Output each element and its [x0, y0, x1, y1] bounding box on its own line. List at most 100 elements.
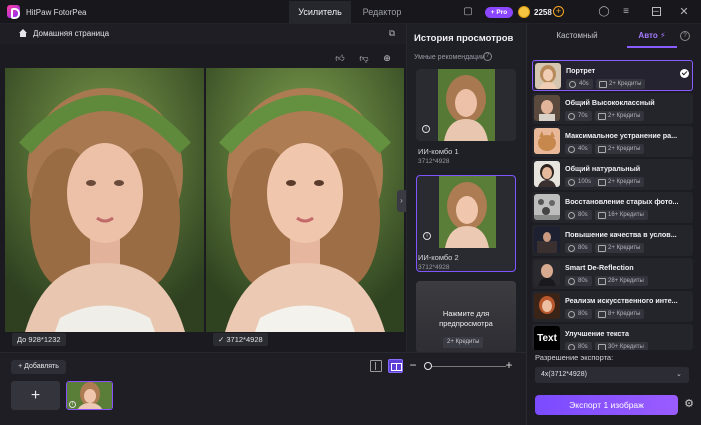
after-size-text: 3712*4928 — [226, 335, 263, 344]
pro-badge[interactable]: + Pro — [485, 7, 513, 18]
history-item-size: 3712*4928 — [418, 264, 450, 271]
app-logo-icon — [7, 5, 20, 19]
model-credits: 28+ Кредиты — [595, 276, 648, 286]
zoom-out-button[interactable]: − — [408, 359, 418, 372]
lightning-icon: ⚡ — [659, 31, 666, 40]
window-icon[interactable]: ▢ — [462, 6, 474, 18]
model-thumbnail — [535, 63, 561, 89]
coin-count: 2258 — [534, 8, 552, 17]
model-item[interactable]: Smart De-Reflection 80s 28+ Кредиты — [532, 258, 693, 289]
model-credits: 2+ Кредиты — [595, 177, 645, 187]
model-time: 40s — [566, 79, 593, 89]
home-icon[interactable] — [18, 28, 28, 38]
coin-icon — [518, 6, 530, 18]
add-coins-button[interactable]: + — [553, 6, 564, 17]
collapse-handle[interactable]: › — [397, 190, 406, 212]
before-image — [5, 68, 204, 332]
history-thumbnail — [438, 69, 495, 141]
model-name: Реализм искусственного инте... — [565, 296, 678, 305]
model-item[interactable]: Портрет 40s 2+ Кредиты — [532, 60, 693, 91]
model-name: Портрет — [566, 66, 596, 75]
history-item-name: ИИ-комбо 2 — [418, 253, 459, 262]
model-item[interactable]: Максимальное устранение ра... 40s 2+ Кре… — [532, 126, 693, 157]
tab-auto[interactable]: Авто ⚡ — [627, 24, 677, 48]
preview-prompt[interactable]: Нажмите для предпросмотра — [416, 309, 516, 329]
compare-icon[interactable]: ⧉ — [386, 27, 398, 39]
maximize-icon[interactable] — [652, 7, 661, 16]
history-item-size: 3712*4928 — [418, 158, 450, 165]
chevron-down-icon[interactable]: ⌄ — [676, 370, 684, 378]
tab-auto-label: Авто — [638, 31, 658, 40]
before-size-label: До 928*1232 — [12, 333, 66, 346]
model-time: 80s — [565, 342, 592, 350]
history-thumbnail — [439, 176, 496, 248]
model-name: Улучшение текста — [565, 329, 629, 338]
close-icon[interactable]: ✕ — [678, 6, 690, 18]
history-item[interactable]: i — [416, 69, 516, 141]
model-thumbnail — [534, 227, 560, 253]
tab-enhancer[interactable]: Усилитель — [289, 1, 351, 24]
model-thumbnail — [534, 293, 560, 319]
zoom-in-button[interactable]: + — [504, 359, 514, 372]
info-icon[interactable]: i — [69, 401, 76, 408]
model-credits: 2+ Кредиты — [595, 144, 645, 154]
model-name: Повышение качества в услов... — [565, 230, 677, 239]
account-icon[interactable]: ◯ — [598, 6, 610, 18]
model-thumbnail — [534, 194, 560, 220]
after-image — [206, 68, 404, 332]
menu-icon[interactable]: ≡ — [620, 6, 632, 18]
thumbs-down-icon[interactable]: 👎︎ — [358, 52, 370, 64]
preview-credits: 2+ Кредиты — [443, 337, 484, 348]
model-name: Smart De-Reflection — [565, 263, 634, 272]
model-time: 40s — [565, 144, 592, 154]
after-size-label: ✓ 3712*4928 — [213, 333, 268, 346]
model-thumbnail — [534, 95, 560, 121]
smart-recommendations-label: Умные рекомендации — [414, 54, 485, 61]
info-icon[interactable]: i — [423, 232, 431, 240]
add-button[interactable]: + Добавлять — [11, 360, 66, 374]
history-item-name: ИИ-комбо 1 — [418, 147, 459, 156]
gear-icon[interactable]: ⚙ — [683, 398, 695, 410]
help-icon[interactable]: ? — [680, 31, 690, 41]
model-name: Максимальное устранение ра... — [565, 131, 678, 140]
model-item[interactable]: Общий натуральный 100s 2+ Кредиты — [532, 159, 693, 190]
tab-custom[interactable]: Кастомный — [527, 24, 627, 48]
zoom-slider-handle[interactable] — [424, 362, 432, 370]
model-name: Восстановление старых фото... — [565, 197, 679, 206]
zoom-slider-track[interactable] — [428, 366, 506, 367]
tab-editor[interactable]: Редактор — [351, 1, 413, 24]
history-title: История просмотров — [414, 33, 514, 44]
app-title: HitPaw FotorPea — [26, 8, 87, 17]
zoom-icon[interactable]: ⊕ — [381, 52, 393, 64]
model-credits: 2+ Кредиты — [595, 111, 645, 121]
thumbs-up-icon[interactable]: 👍︎ — [334, 52, 346, 64]
model-item[interactable]: Text Улучшение текста 80s 30+ Кредиты — [532, 324, 693, 350]
model-time: 80s — [565, 243, 592, 253]
selected-check-icon — [680, 69, 689, 78]
split-view-icon[interactable] — [370, 360, 382, 372]
add-image-tile[interactable]: + — [11, 381, 60, 410]
export-button[interactable]: Экспорт 1 изображ — [535, 395, 678, 415]
model-thumbnail: Text — [534, 326, 560, 350]
model-credits: 30+ Кредиты — [595, 342, 648, 350]
model-item[interactable]: Реализм искусственного инте... 80s 8+ Кр… — [532, 291, 693, 322]
side-by-side-view-icon[interactable] — [388, 359, 403, 373]
home-link[interactable]: Домашняя страница — [33, 29, 109, 38]
model-time: 70s — [565, 111, 592, 121]
model-time: 80s — [565, 210, 592, 220]
model-credits: 2+ Кредиты — [596, 79, 646, 89]
model-item[interactable]: Восстановление старых фото... 80s 16+ Кр… — [532, 192, 693, 223]
model-thumbnail — [534, 161, 560, 187]
export-resolution-select[interactable]: 4x(3712*4928) — [535, 367, 689, 383]
info-icon[interactable]: i — [422, 125, 430, 133]
model-item[interactable]: Повышение качества в услов... 80s 2+ Кре… — [532, 225, 693, 256]
help-icon[interactable]: ? — [483, 52, 492, 61]
model-name: Общий натуральный — [565, 164, 641, 173]
model-name: Общий Высококлассный — [565, 98, 655, 107]
model-item[interactable]: Общий Высококлассный 70s 2+ Кредиты — [532, 93, 693, 124]
model-credits: 16+ Кредиты — [595, 210, 648, 220]
export-resolution-label: Разрешение экспорта: — [535, 353, 614, 362]
model-thumbnail — [534, 128, 560, 154]
model-time: 100s — [565, 177, 596, 187]
model-credits: 8+ Кредиты — [595, 309, 645, 319]
